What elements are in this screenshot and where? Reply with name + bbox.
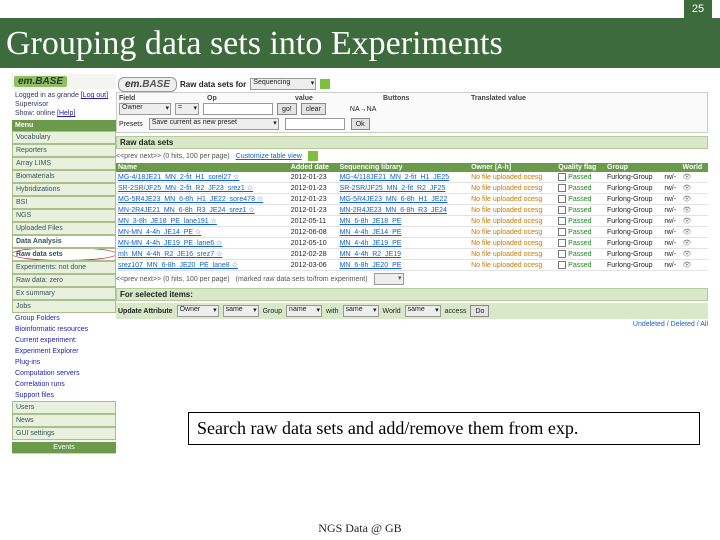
attr-with[interactable]: same <box>343 305 379 317</box>
col-header[interactable] <box>662 163 680 172</box>
table-row[interactable]: MN_3-8h_JE18_PE_lane191 ☆2012-05-11MN_6-… <box>116 216 708 227</box>
update-attr-label: Update Attribute <box>118 308 173 315</box>
sidebar-link[interactable]: Correlation runs <box>12 379 116 390</box>
sidebar-item[interactable]: Uploaded Files <box>12 222 116 235</box>
table-row[interactable]: MG-5R4JE23_MN_6-8h_H1_JE22_sore478 ☆2012… <box>116 194 708 205</box>
sidebar-section[interactable]: GUI settings <box>12 427 116 440</box>
sidebar-item[interactable]: Reporters <box>12 144 116 157</box>
sidebar-link[interactable]: Group Folders <box>12 313 116 324</box>
col-header[interactable]: Owner [A-h] <box>469 163 556 172</box>
slide-footer: NGS Data @ GB <box>0 521 720 536</box>
app-tab[interactable]: em.BASE <box>118 77 177 92</box>
sidebar-item[interactable]: Biomaterials <box>12 170 116 183</box>
filter-translated: NA→NA <box>350 106 376 113</box>
main-panel: em.BASE Raw data sets for Sequencing Fie… <box>116 74 708 454</box>
filter-panel: FieldOpvalueButtonsTranslated value Owne… <box>116 92 708 133</box>
table-row[interactable]: SR-2SR/JF25_MN_2-fit_R2_JF23_srez1 ☆2012… <box>116 183 708 194</box>
marked-select[interactable] <box>374 273 404 285</box>
checkbox[interactable] <box>558 239 566 247</box>
sidebar-subitem[interactable]: Ex summary <box>12 287 116 300</box>
table-row[interactable]: srez107_MN_6-8h_JE20_PE_lane8 ☆2012-03-0… <box>116 260 708 271</box>
checkbox[interactable] <box>558 184 566 192</box>
pager-bottom[interactable]: <<prev next>> (0 hits, 100 per page) <box>116 276 230 283</box>
filter-field-select[interactable]: Owner <box>119 103 171 115</box>
checkbox[interactable] <box>558 261 566 269</box>
sidebar-link[interactable]: Experiment Explorer <box>12 346 116 357</box>
sidebar: em.BASE Logged in as grande [Log out] Su… <box>12 74 116 454</box>
attr-world[interactable]: same <box>405 305 441 317</box>
login-box: Logged in as grande [Log out] Supervisor… <box>12 89 116 120</box>
page-number: 25 <box>684 0 712 18</box>
marked-note: (marked raw data sets to/from experiment… <box>236 276 368 283</box>
checkbox[interactable] <box>558 206 566 214</box>
attr-owner-val[interactable]: same <box>223 305 259 317</box>
rds-type-select[interactable]: Sequencing <box>250 78 316 90</box>
sidebar-item[interactable]: NGS <box>12 209 116 222</box>
preset-select[interactable]: Save current as new preset <box>149 118 279 130</box>
app-logo: em.BASE <box>14 76 67 87</box>
attr-owner[interactable]: Owner <box>177 305 219 317</box>
col-header[interactable]: Group <box>605 163 662 172</box>
sidebar-section[interactable]: Users <box>12 401 116 414</box>
rds-title: Raw data sets for <box>180 80 246 89</box>
checkbox[interactable] <box>558 217 566 225</box>
attr-group[interactable]: name <box>286 305 322 317</box>
pager[interactable]: <<prev next>> (0 hits, 100 per page) <box>116 153 230 160</box>
table-row[interactable]: mh_MN_4-4h_R2_JE16_srez7 ☆2012-02-28MN_4… <box>116 249 708 260</box>
undeleted-filter[interactable]: Undeleted / Deleted / All <box>116 321 708 328</box>
col-header[interactable]: Added date <box>289 163 338 172</box>
col-header[interactable]: Sequencing library <box>338 163 470 172</box>
for-selected-bar: For selected items: <box>116 288 708 301</box>
customize-view-link[interactable]: Customize table view <box>236 153 302 160</box>
logout-link[interactable]: [Log out] <box>81 92 108 99</box>
checkbox[interactable] <box>558 250 566 258</box>
sidebar-subitem[interactable]: Raw data sets <box>12 248 116 261</box>
sidebar-item[interactable]: Hybridizations <box>12 183 116 196</box>
preset-ok-button[interactable]: Ok <box>351 118 370 130</box>
table-row[interactable]: MN-2R4JE21_MN_6-8h_R3_JE24_srez1 ☆2012-0… <box>116 205 708 216</box>
sidebar-item[interactable]: Data Analysis <box>12 235 116 248</box>
preset-name-input[interactable] <box>285 118 345 130</box>
col-header[interactable]: World <box>681 163 709 172</box>
sidebar-link[interactable]: Bioinformatic resources <box>12 324 116 335</box>
callout-box: Search raw data sets and add/remove them… <box>188 412 700 445</box>
raw-data-table: NameAdded dateSequencing libraryOwner [A… <box>116 163 708 271</box>
sidebar-menu-head: Menu <box>12 120 116 131</box>
events-list: 18.10.29 Failed login from 10.11.66.1161… <box>12 453 116 454</box>
table-row[interactable]: MN-MN_4-4h_JE19_PE_lane6 ☆2012-05-10MN_4… <box>116 238 708 249</box>
filter-go-button[interactable]: go! <box>277 103 297 115</box>
sidebar-section[interactable]: News <box>12 414 116 427</box>
filter-op-select[interactable]: = <box>175 103 199 115</box>
filter-value-input[interactable] <box>203 103 273 115</box>
sidebar-item[interactable]: Array LIMS <box>12 157 116 170</box>
filter-clear-button[interactable]: clear <box>301 103 326 115</box>
checkbox[interactable] <box>558 195 566 203</box>
sidebar-subitem[interactable]: Experiments: not done <box>12 261 116 274</box>
events-head: Events <box>12 442 116 453</box>
checkbox[interactable] <box>558 228 566 236</box>
sidebar-link[interactable]: Plug-ins <box>12 357 116 368</box>
slide-title: Grouping data sets into Experiments <box>0 20 720 68</box>
go-icon[interactable] <box>320 79 330 89</box>
sidebar-link[interactable]: Support files <box>12 390 116 401</box>
sidebar-subitem[interactable]: Jobs <box>12 300 116 313</box>
table-row[interactable]: MG-4/18JE21_MN_2-fit_H1_sorel27 ☆2012-01… <box>116 172 708 183</box>
sidebar-item[interactable]: BSI <box>12 196 116 209</box>
sidebar-link[interactable]: Computation servers <box>12 368 116 379</box>
raw-data-section: Raw data sets <box>116 136 708 149</box>
checkbox[interactable] <box>558 173 566 181</box>
table-row[interactable]: MN-MN_4-4h_JE14_PE ☆2012-06-08MN_4-4h_JE… <box>116 227 708 238</box>
sidebar-link[interactable]: Current experiment: <box>12 335 116 346</box>
app-screenshot: em.BASE Logged in as grande [Log out] Su… <box>12 74 708 454</box>
do-button[interactable]: Do <box>470 305 489 317</box>
refresh-icon[interactable] <box>308 151 318 161</box>
help-link[interactable]: [Help] <box>57 110 75 117</box>
col-header[interactable]: Quality flag <box>556 163 605 172</box>
sidebar-item[interactable]: Vocabulary <box>12 131 116 144</box>
preset-label: Presets <box>119 121 143 128</box>
col-header[interactable]: Name <box>116 163 289 172</box>
sidebar-subitem[interactable]: Raw data: zero <box>12 274 116 287</box>
